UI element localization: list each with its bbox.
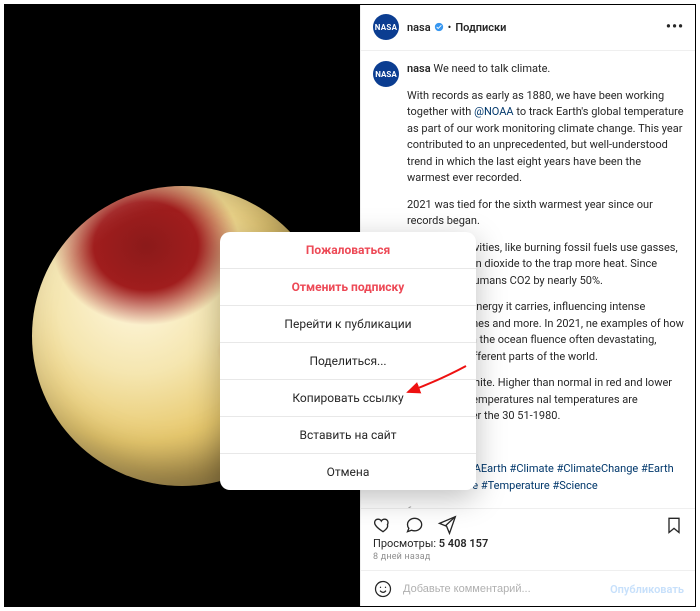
- screenshot-border: [4, 4, 696, 607]
